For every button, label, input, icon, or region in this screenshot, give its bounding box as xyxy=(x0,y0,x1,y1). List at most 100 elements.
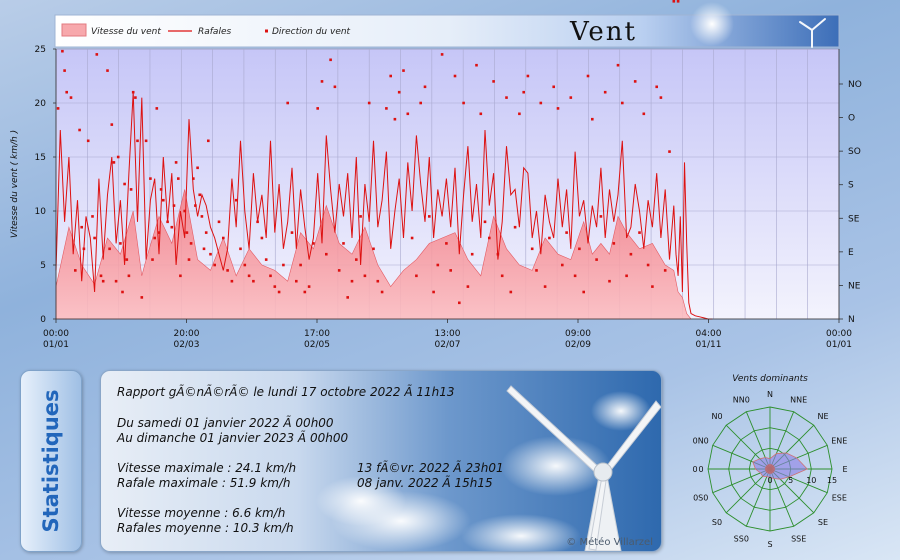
rose-direction-label: SS0 xyxy=(734,534,749,543)
y-tick-label: 20 xyxy=(35,99,47,109)
legend-speed-swatch xyxy=(61,23,87,37)
direction-point xyxy=(144,139,148,143)
x-tick-time: 13:00 xyxy=(435,329,461,339)
direction-point xyxy=(136,139,139,143)
direction-point xyxy=(114,279,118,283)
direction-point xyxy=(187,258,191,261)
direction-point xyxy=(625,274,628,278)
legend-direction: Direction du vent xyxy=(265,27,351,37)
rose-direction-label: E xyxy=(842,465,847,474)
direction-point xyxy=(436,263,440,267)
direction-point xyxy=(397,90,401,94)
direction-point xyxy=(198,193,201,197)
direction-point xyxy=(269,274,272,278)
direction-point xyxy=(189,242,193,245)
report-generated: Rapport gÃ©nÃ©rÃ© le lundi 17 octobre 20… xyxy=(117,385,455,399)
direction-point xyxy=(174,161,178,164)
x-tick-date: 01/01 xyxy=(826,340,852,350)
direction-point xyxy=(612,242,616,245)
x-axis: 00:0001/0120:0002/0317:0002/0513:0002/07… xyxy=(43,318,852,350)
rose-direction-label: S xyxy=(767,540,772,549)
direction-point xyxy=(286,101,289,105)
direction-point xyxy=(367,101,371,105)
rose-radial-label: 15 xyxy=(827,476,837,485)
direction-point xyxy=(170,225,174,229)
right-tick-label: E xyxy=(848,248,854,258)
direction-point xyxy=(530,247,534,251)
y-tick-label: 15 xyxy=(35,153,46,163)
x-tick-date: 02/07 xyxy=(435,340,461,350)
direction-point xyxy=(505,96,508,99)
direction-point xyxy=(282,263,285,267)
direction-point xyxy=(290,231,294,234)
direction-point xyxy=(194,204,197,207)
direction-point xyxy=(131,90,135,94)
direction-point xyxy=(239,247,242,251)
direction-point xyxy=(415,274,418,278)
direction-point xyxy=(121,290,124,294)
direction-point xyxy=(185,231,189,234)
chart-header: Vitesse du vent Rafales Direction du ven… xyxy=(54,2,840,48)
avg-gusts: Rafales moyenne : 10.3 km/h xyxy=(117,521,294,535)
direction-point xyxy=(556,107,560,110)
rose-direction-label: NE xyxy=(817,412,828,421)
direction-point xyxy=(106,69,109,72)
direction-point xyxy=(234,198,238,202)
right-tick-label: N xyxy=(848,315,855,325)
rose-direction-label: SSE xyxy=(791,534,806,543)
direction-point xyxy=(183,209,186,213)
rose-title: Vents dominants xyxy=(732,374,808,384)
y-tick-label: 0 xyxy=(40,315,46,325)
direction-point xyxy=(56,107,60,110)
direction-point xyxy=(119,242,122,245)
max-speed-date: 13 fÃ©vr. 2022 Ã 23h01 xyxy=(357,461,504,475)
direction-point xyxy=(651,285,654,288)
rose-direction-label: N0 xyxy=(711,412,722,421)
direction-point xyxy=(608,279,611,283)
avg-speed: Vitesse moyenne : 6.6 km/h xyxy=(117,506,286,520)
rose-radial-label: 10 xyxy=(806,476,816,485)
direction-point xyxy=(659,96,663,99)
direction-point xyxy=(196,166,199,170)
direction-point xyxy=(578,247,581,251)
direction-point xyxy=(419,101,422,105)
legend-gusts-label: Rafales xyxy=(198,27,231,37)
direction-point xyxy=(346,296,349,299)
rose-direction-label: NNE xyxy=(790,396,807,405)
right-tick-label: O xyxy=(848,114,855,124)
direction-point xyxy=(595,258,598,261)
direction-point xyxy=(372,247,375,251)
direction-point xyxy=(65,90,68,94)
y-tick-label: 25 xyxy=(35,45,46,55)
direction-point xyxy=(325,252,328,256)
direction-point xyxy=(522,90,525,94)
x-tick-date: 01/11 xyxy=(696,340,722,350)
direction-point xyxy=(172,204,176,207)
direction-point xyxy=(316,107,319,110)
direction-point xyxy=(312,242,315,245)
direction-point xyxy=(134,96,137,99)
direction-point xyxy=(295,279,298,283)
direction-point xyxy=(569,96,573,99)
direction-point xyxy=(462,101,465,105)
direction-point xyxy=(582,290,585,294)
x-tick-time: 00:00 xyxy=(43,329,69,339)
direction-point xyxy=(440,53,444,56)
direction-point xyxy=(621,101,624,105)
rose-direction-label: 0S0 xyxy=(693,494,708,503)
direction-point xyxy=(256,220,259,224)
report-panel: Rapport gÃ©nÃ©rÃ© le lundi 17 octobre 20… xyxy=(100,370,662,552)
direction-point xyxy=(217,220,221,224)
direction-point xyxy=(307,285,311,288)
direction-point xyxy=(337,269,341,272)
direction-point xyxy=(488,236,491,240)
statistics-tab[interactable]: Statistiques xyxy=(20,370,82,552)
direction-point xyxy=(445,242,448,245)
rose-direction-label: ENE xyxy=(831,436,847,445)
direction-point xyxy=(479,112,483,116)
direction-point xyxy=(402,69,405,72)
direction-point xyxy=(599,215,603,218)
direction-point xyxy=(513,225,517,229)
right-tick-label: NO xyxy=(848,80,862,90)
x-tick-date: 02/09 xyxy=(565,340,591,350)
